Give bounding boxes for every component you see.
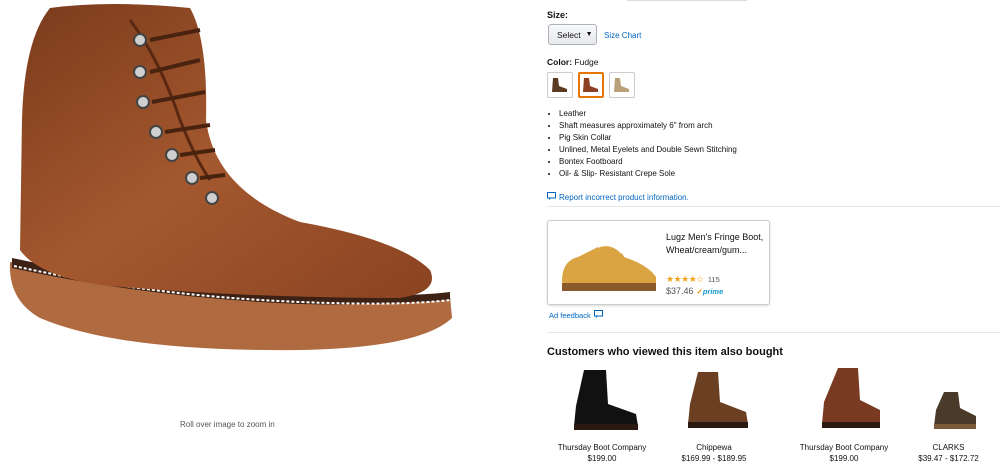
size-dropdown[interactable]: Select ▼ — [548, 24, 597, 45]
swatch-fudge[interactable] — [578, 72, 604, 98]
feature-bullets: Leather Shaft measures approximately 6" … — [559, 108, 737, 180]
feature-bullet: Oil- & Slip- Resistant Crepe Sole — [559, 168, 737, 180]
ad-price-row: $37.46 ✓prime — [666, 286, 723, 296]
size-chart-link[interactable]: Size Chart — [604, 31, 641, 40]
prime-label: prime — [702, 286, 724, 296]
feature-bullet: Pig Skin Collar — [559, 132, 737, 144]
also-bought-item[interactable]: CLARKS $39.47 - $172.72 — [897, 366, 1000, 464]
ad-rating: ★★★★☆ 115 — [666, 274, 720, 285]
report-incorrect-info-link[interactable]: Report incorrect product information. — [547, 192, 689, 202]
also-bought-heading: Customers who viewed this item also boug… — [547, 346, 783, 358]
report-link-text: Report incorrect product information. — [559, 192, 689, 202]
ad-title[interactable]: Lugz Men's Fringe Boot, Wheat/cream/gum.… — [666, 231, 766, 256]
swatch-wheat[interactable] — [609, 72, 635, 98]
feature-bullet: Shaft measures approximately 6" from arc… — [559, 120, 737, 132]
boot-image[interactable] — [914, 366, 984, 434]
also-bought-item[interactable]: Chippewa $169.99 - $189.95 — [659, 366, 769, 464]
divider — [547, 206, 1000, 207]
also-bought-brand[interactable]: CLARKS — [897, 442, 1000, 453]
ad-feedback-link[interactable]: Ad feedback — [549, 310, 603, 320]
also-bought-price: $199.00 — [829, 454, 859, 463]
also-bought-price: $199.00 — [587, 454, 617, 463]
also-bought-item[interactable]: Thursday Boot Company $199.00 — [789, 366, 899, 464]
feature-bullet: Unlined, Metal Eyelets and Double Sewn S… — [559, 144, 737, 156]
swatch-dark-brown[interactable] — [547, 72, 573, 98]
color-swatches — [547, 72, 635, 98]
chevron-down-icon: ▼ — [585, 31, 593, 38]
zoom-hint: Roll over image to zoom in — [180, 420, 275, 429]
color-label: Color: Fudge — [547, 57, 599, 67]
boot-image[interactable] — [804, 366, 884, 434]
color-value: Fudge — [574, 57, 599, 67]
feature-bullet: Bontex Footboard — [559, 156, 737, 168]
also-bought-price: $169.99 - $189.95 — [681, 454, 747, 463]
prime-badge: ✓prime — [697, 287, 724, 296]
color-label-prefix: Color: — [547, 57, 573, 67]
comment-icon — [593, 310, 603, 320]
ad-price: $37.46 — [666, 286, 694, 296]
size-label: Size: — [547, 10, 569, 20]
sponsored-ad-card[interactable]: Lugz Men's Fringe Boot, Wheat/cream/gum.… — [547, 220, 770, 305]
star-rating-icon: ★★★★☆ — [666, 274, 704, 284]
ad-rating-count: 115 — [707, 275, 720, 284]
feature-bullet: Leather — [559, 108, 737, 120]
main-product-image[interactable] — [0, 0, 470, 360]
boot-image[interactable] — [674, 366, 754, 434]
divider — [547, 332, 1000, 333]
also-bought-price: $39.47 - $172.72 — [918, 454, 979, 463]
size-select-value: Select — [557, 29, 581, 40]
also-bought-brand[interactable]: Thursday Boot Company — [547, 442, 657, 453]
also-bought-item[interactable]: Thursday Boot Company $199.00 — [547, 366, 657, 464]
product-details: Size: Select ▼ Size Chart Color: Fudge L… — [547, 0, 1000, 470]
also-bought-brand[interactable]: Chippewa — [659, 442, 769, 453]
also-bought-brand[interactable]: Thursday Boot Company — [789, 442, 899, 453]
boot-image[interactable] — [562, 366, 642, 434]
truncated-row — [627, 0, 747, 1]
ad-feedback-text: Ad feedback — [549, 310, 591, 320]
ad-product-image[interactable] — [558, 231, 660, 297]
comment-icon — [547, 192, 556, 202]
